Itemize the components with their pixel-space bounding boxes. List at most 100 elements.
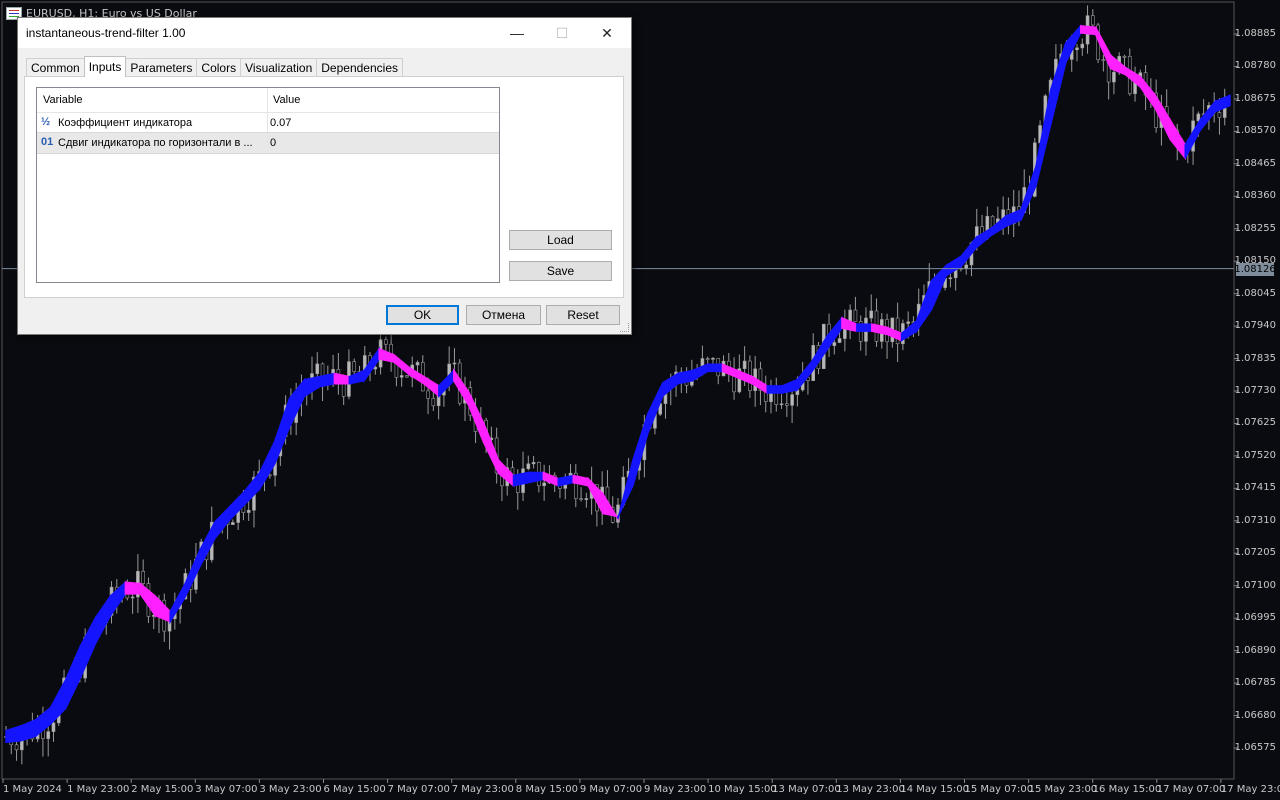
candle [542, 464, 546, 501]
save-button[interactable]: Save [509, 261, 612, 281]
candle [769, 379, 773, 414]
time-tick-label: 17 May 07:00 [1156, 784, 1226, 795]
time-tick-label: 9 May 23:00 [644, 784, 707, 795]
minimize-icon[interactable]: — [494, 18, 540, 48]
trend-segment-down [467, 391, 485, 443]
ok-button[interactable]: OK [386, 305, 459, 325]
time-tick-label: 6 May 15:00 [323, 784, 386, 795]
column-header-value[interactable]: Value [273, 94, 300, 106]
candle [1101, 54, 1106, 72]
price-tick-label: 1.06995 [1234, 612, 1276, 624]
trend-segment-down [124, 581, 142, 595]
time-tick-label: 14 May 15:00 [900, 784, 969, 795]
candle [874, 298, 879, 347]
time-tick-label: 7 May 23:00 [451, 784, 514, 795]
variable-value[interactable]: 0.07 [270, 117, 291, 129]
candle [420, 355, 425, 392]
price-tick-label: 1.08255 [1234, 222, 1276, 234]
price-tick-label: 1.06680 [1234, 709, 1276, 721]
cancel-button[interactable]: Отмена [466, 305, 541, 325]
trend-segment-down [1079, 24, 1097, 36]
time-tick-label: 10 May 15:00 [708, 784, 777, 795]
trend-segment-up [796, 359, 813, 393]
resize-grip[interactable] [620, 323, 629, 332]
time-tick-label: 2 May 15:00 [131, 784, 194, 795]
candle [531, 455, 536, 469]
trend-segment-up [1035, 89, 1052, 187]
trend-segment-up [94, 593, 112, 644]
time-tick-label: 3 May 23:00 [259, 784, 322, 795]
candle [579, 487, 583, 502]
time-tick-label: 17 May 23:00 [1220, 784, 1280, 795]
candle [526, 455, 531, 471]
candle [790, 390, 794, 423]
fraction-icon: ½ [41, 116, 51, 128]
candle [231, 519, 235, 525]
candle [779, 394, 784, 410]
inputs-table[interactable]: Variable Value ½ Коэффициент индикатора … [36, 87, 500, 283]
table-row[interactable]: 01 Сдвиг индикатора по горизонтали в ...… [37, 132, 499, 154]
trend-segment-down [602, 491, 619, 522]
candle [885, 313, 889, 359]
candle [405, 374, 409, 379]
tab-colors[interactable]: Colors [196, 58, 242, 77]
variable-name: Коэффициент индикатора [58, 117, 193, 129]
trend-segment-up [706, 363, 724, 373]
price-tick-label: 1.06575 [1234, 742, 1276, 753]
close-icon[interactable]: ✕ [584, 18, 630, 48]
candle [399, 368, 404, 387]
price-tick-label: 1.07310 [1234, 514, 1276, 526]
tab-dependencies[interactable]: Dependencies [316, 58, 403, 77]
trend-segment-up [1214, 94, 1231, 113]
candle [1080, 38, 1085, 56]
price-tick-label: 1.07835 [1234, 352, 1276, 364]
time-tick-label: 7 May 07:00 [387, 784, 450, 795]
trend-segment-down [1124, 66, 1142, 89]
candle [948, 272, 953, 288]
trend-segment-down [871, 323, 888, 336]
price-tick-label: 1.07205 [1234, 547, 1276, 559]
dialog-title: instantaneous-trend-filter 1.00 [26, 26, 186, 40]
price-tick-label: 1.07415 [1234, 482, 1276, 494]
load-button[interactable]: Load [509, 230, 612, 250]
tab-inputs[interactable]: Inputs [83, 56, 127, 77]
price-tick-label: 1.08570 [1234, 125, 1276, 137]
variable-value[interactable]: 0 [270, 137, 276, 149]
candle [774, 377, 779, 412]
price-tick-label: 1.08885 [1234, 28, 1276, 39]
candle [763, 375, 768, 413]
candle [853, 296, 858, 322]
price-tick-label: 1.07730 [1234, 385, 1276, 396]
price-tick-label: 1.07100 [1234, 579, 1276, 591]
trend-segment-up [527, 471, 545, 484]
candle [732, 357, 736, 400]
time-tick-label: 13 May 07:00 [772, 784, 841, 795]
table-header: Variable Value [37, 88, 499, 113]
candle [573, 464, 578, 508]
price-tick-label: 1.07625 [1234, 417, 1276, 429]
trend-segment-up [691, 363, 709, 382]
column-header-variable[interactable]: Variable [43, 94, 83, 106]
time-tick-label: 16 May 15:00 [1092, 784, 1162, 795]
trend-segment-up [662, 372, 679, 398]
candle [46, 723, 51, 757]
tab-visualization[interactable]: Visualization [240, 58, 318, 77]
dialog-tabs: Common Inputs Parameters Colors Visualiz… [26, 56, 403, 77]
price-tick-label: 1.08045 [1234, 287, 1276, 299]
price-tick-label: 1.08360 [1234, 190, 1276, 202]
candle [347, 349, 351, 400]
table-row[interactable]: ½ Коэффициент индикатора 0.07 [37, 113, 499, 133]
maximize-icon[interactable]: ☐ [539, 18, 585, 48]
candle [1075, 44, 1079, 62]
tab-common[interactable]: Common [26, 58, 85, 77]
trend-segment-up [79, 617, 97, 678]
trend-segment-up [781, 378, 798, 394]
dialog-titlebar[interactable]: instantaneous-trend-filter 1.00 — ☐ ✕ [18, 18, 631, 48]
candle [452, 348, 457, 372]
integer-icon: 01 [41, 136, 54, 148]
reset-button[interactable]: Reset [546, 305, 620, 325]
trend-segment-up [273, 398, 291, 465]
trend-segment-down [423, 375, 440, 398]
time-tick-label: 9 May 07:00 [579, 784, 643, 795]
tab-parameters[interactable]: Parameters [125, 58, 198, 77]
